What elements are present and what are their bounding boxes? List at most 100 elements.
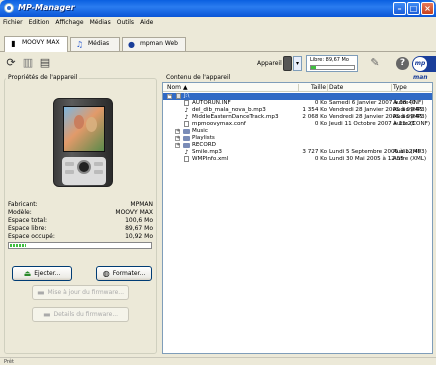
help-icon[interactable]: ?	[396, 57, 409, 70]
file-type: Autre (CONF)	[393, 121, 431, 127]
list-item[interactable]: + Playlists	[163, 135, 432, 142]
tab-media-label: Médias	[88, 40, 110, 47]
list-item[interactable]: mpmoovymax.conf 0 Ko Jeudi 11 Octobre 2007…	[163, 121, 432, 128]
menu-edition[interactable]: Edition	[26, 17, 53, 26]
prop-model: Modèle: MOOVY MAX	[8, 209, 153, 217]
menu-medias[interactable]: Médias	[87, 17, 114, 26]
wrench-icon[interactable]: ✎	[368, 56, 382, 70]
app-window: MP-Manager – □ × Fichier Edition Affichage…	[0, 0, 436, 365]
toolbar: ⟳ ▥ ▤ Appareil ▾ Libre: 89,67 Mo ✎ ? mp …	[0, 53, 436, 81]
soft-key	[65, 162, 74, 166]
file-name: RECORD	[192, 142, 216, 148]
list-header: Nom ▲ Taille Date Type	[163, 83, 432, 92]
player-icon: ▮	[11, 39, 16, 48]
column-divider[interactable]	[327, 84, 328, 91]
collapse-icon[interactable]: −	[167, 94, 172, 99]
document-icon	[183, 100, 190, 107]
file-name: mpmoovymax.conf	[192, 121, 246, 127]
column-date[interactable]: Date	[329, 84, 343, 92]
list-item[interactable]: ♪ Smile.mp3 3 727 Ko Lundi 5 Septembre 2005…	[163, 149, 432, 156]
file-name: MiddleEasternDanceTrack.mp3	[192, 114, 279, 120]
expand-icon[interactable]: +	[175, 136, 180, 141]
sync-icon[interactable]: ⟳	[4, 56, 18, 70]
eject-button[interactable]: ⏏ Ejecter...	[12, 266, 72, 281]
list-item[interactable]: AUTORUN.INF 0 Ko Samedi 6 Janvier 2007 à 0…	[163, 100, 432, 107]
expand-icon[interactable]: +	[175, 129, 180, 134]
used-space-bar	[8, 242, 152, 249]
file-type: Autre (XML)	[393, 156, 427, 162]
file-name: Smile.mp3	[192, 149, 222, 155]
tab-media[interactable]: ♫ Médias	[70, 37, 120, 51]
tab-device[interactable]: ▮ MOOVY MAX	[4, 36, 68, 52]
details-label: Details du firmware...	[53, 311, 119, 318]
free-space-indicator: Libre: 89,67 Mo	[306, 55, 358, 72]
device-dropdown[interactable]: ▾	[293, 56, 302, 71]
list-item[interactable]: + Music	[163, 128, 432, 135]
device-keypad	[62, 157, 106, 185]
format-button[interactable]: ◍ Formater...	[96, 266, 152, 281]
format-icon: ◍	[102, 269, 110, 278]
tab-web[interactable]: ● mpman Web	[122, 37, 186, 51]
column-name[interactable]: Nom ▲	[167, 84, 188, 92]
column-divider[interactable]	[391, 84, 392, 91]
prop-value: MOOVY MAX	[115, 209, 153, 216]
file-name: WMPInfo.xml	[192, 156, 229, 162]
file-type: Audio (MP3)	[393, 149, 427, 155]
device-image	[53, 98, 113, 187]
used-space-fill	[10, 244, 26, 247]
list-item[interactable]: ♪ MiddleEasternDanceTrack.mp3 2 068 Ko Vend…	[163, 114, 432, 121]
file-type: Audio (MP3)	[393, 107, 427, 113]
menu-outils[interactable]: Outils	[114, 17, 137, 26]
title-bar[interactable]: MP-Manager – □ ×	[0, 0, 436, 17]
prop-value: 10,92 Mo	[125, 233, 153, 240]
device-icon	[283, 56, 292, 71]
column-divider[interactable]	[298, 84, 299, 91]
expand-icon[interactable]: +	[175, 143, 180, 148]
prop-value: 100,6 Mo	[125, 217, 153, 224]
list-item[interactable]: + RECORD	[163, 142, 432, 149]
file-type: Autre (INF)	[393, 100, 424, 106]
trash-icon[interactable]: ▥	[21, 56, 35, 70]
logo-text: mp man	[413, 57, 428, 81]
root-row[interactable]: − J:\	[163, 93, 432, 100]
file-name: Playlists	[192, 135, 215, 141]
menu-aide[interactable]: Aide	[137, 17, 156, 26]
document-icon	[183, 156, 190, 163]
format-label: Formater...	[112, 270, 146, 277]
soft-key	[94, 170, 103, 174]
minimize-button[interactable]: –	[393, 2, 406, 15]
prop-key: Espace total:	[8, 217, 48, 224]
file-size: 2 068 Ko	[302, 114, 327, 120]
sort-asc-icon: ▲	[182, 84, 188, 91]
folder-icon	[183, 142, 190, 149]
device-properties-panel: Propriétés de l'appareil Fabricant: MPMAN…	[4, 74, 157, 355]
panel-frame: Fabricant: MPMAN Modèle: MOOVY MAX Espace …	[4, 78, 157, 354]
column-type[interactable]: Type	[393, 84, 407, 92]
close-button[interactable]: ×	[421, 2, 434, 15]
device-screen	[63, 106, 105, 152]
prop-free-space: Espace libre: 89,67 Mo	[8, 225, 153, 233]
file-list[interactable]: Nom ▲ Taille Date Type − J:\ AUTORUN.INF 0 …	[162, 82, 433, 354]
tab-bar: ▮ MOOVY MAX ♫ Médias ● mpman Web	[0, 28, 436, 52]
menu-fichier[interactable]: Fichier	[0, 17, 26, 26]
free-space-fill	[311, 66, 317, 69]
status-text: Prêt	[4, 359, 14, 365]
status-bar: Prêt	[0, 357, 436, 365]
update-firmware-button[interactable]: ▬ Mise à jour du firmware...	[32, 285, 129, 300]
maximize-button[interactable]: □	[407, 2, 420, 15]
list-item[interactable]: ♪ del_dib_mala_nova_b.mp3 1 354 Ko Vendredi…	[163, 107, 432, 114]
menu-affichage[interactable]: Affichage	[52, 17, 86, 26]
folder-icon	[183, 128, 190, 135]
prop-used-space: Espace occupé: 10,92 Mo	[8, 233, 153, 241]
free-space-bar	[310, 65, 355, 70]
document-icon	[183, 121, 190, 128]
column-name-label: Nom	[167, 84, 182, 91]
properties-icon[interactable]: ▤	[38, 56, 52, 70]
list-item[interactable]: WMPInfo.xml 0 Ko Lundi 30 Mai 2005 à 12:55…	[163, 156, 432, 163]
column-size[interactable]: Taille	[311, 84, 326, 92]
eject-icon: ⏏	[23, 269, 32, 278]
file-type: Audio (MP3)	[393, 114, 427, 120]
prop-value: 89,67 Mo	[125, 225, 153, 232]
chevron-down-icon: ▾	[295, 60, 299, 67]
firmware-details-button[interactable]: ▬ Details du firmware...	[32, 307, 129, 322]
